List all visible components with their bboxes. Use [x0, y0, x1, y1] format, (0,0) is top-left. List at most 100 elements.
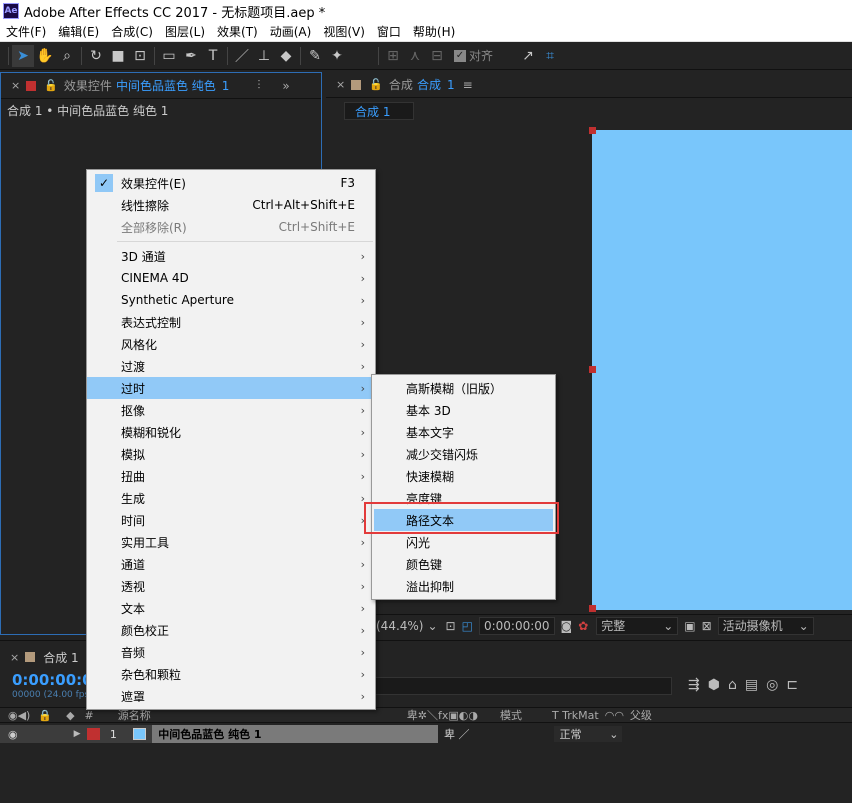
close-icon[interactable]: ×	[336, 78, 345, 91]
menu-view[interactable]: 视图(V)	[317, 23, 371, 40]
panel-overflow-icon[interactable]: »	[282, 79, 289, 93]
menu-item-category[interactable]: 文本 ›	[87, 597, 375, 619]
menu-item-obsolete[interactable]: 过时 ›	[87, 377, 375, 399]
menu-help[interactable]: 帮助(H)	[407, 23, 461, 40]
av-features-icon[interactable]: ◉◀)	[8, 709, 30, 722]
layer-label-color[interactable]	[86, 728, 100, 740]
lock-icon[interactable]: 🔓	[44, 79, 58, 92]
draft-3d-icon[interactable]: ⬢	[708, 677, 720, 693]
menu-animation[interactable]: 动画(A)	[264, 23, 318, 40]
fast-previews-icon[interactable]: ▣	[684, 619, 695, 633]
submenu-item[interactable]: 高斯模糊（旧版）	[372, 377, 555, 399]
menu-file[interactable]: 文件(F)	[0, 23, 52, 40]
panel-menu-icon[interactable]: ≡	[463, 78, 473, 92]
lock-icon[interactable]: 🔓	[369, 78, 383, 91]
menu-item-category[interactable]: 抠像 ›	[87, 399, 375, 421]
composition-tab[interactable]: × 🔓 合成 合成 1 ≡	[326, 72, 852, 98]
menu-item-category[interactable]: 时间 ›	[87, 509, 375, 531]
layer-switches[interactable]: 卑 ／	[444, 726, 470, 742]
menu-effect[interactable]: 效果(T)	[211, 23, 264, 40]
region-of-interest-icon[interactable]: ⊡	[446, 619, 456, 633]
snapshot-camera-icon[interactable]: ◙	[561, 619, 573, 633]
eraser-tool-icon[interactable]: ◆	[275, 45, 297, 67]
submenu-item[interactable]: 亮度键	[372, 487, 555, 509]
trkmat-header[interactable]: T TrkMat	[552, 709, 599, 722]
menu-item-category[interactable]: 生成 ›	[87, 487, 375, 509]
resolution-select[interactable]: 完整 ⌄	[596, 616, 679, 635]
menu-item-effect-controls[interactable]: ✓ 效果控件(E) F3	[87, 172, 375, 194]
menu-item-remove-all[interactable]: 全部移除(R) Ctrl+Shift+E	[87, 216, 375, 238]
puppet-pin-tool-icon[interactable]: ✦	[326, 45, 348, 67]
transform-handle[interactable]	[589, 366, 596, 373]
menu-item-category[interactable]: 杂色和颗粒 ›	[87, 663, 375, 685]
view-axis-icon[interactable]: ⊟	[426, 45, 448, 67]
parent-header[interactable]: 父级	[630, 707, 652, 723]
menu-item-category[interactable]: 过渡 ›	[87, 355, 375, 377]
submenu-item[interactable]: 快速模糊	[372, 465, 555, 487]
menu-item-category[interactable]: 颜色校正 ›	[87, 619, 375, 641]
frame-blending-icon[interactable]: ▤	[745, 677, 758, 693]
local-axis-icon[interactable]: ⊞	[382, 45, 404, 67]
text-tool-icon[interactable]: T	[202, 45, 224, 67]
menu-composition[interactable]: 合成(C)	[105, 23, 159, 40]
menu-item-linear-wipe[interactable]: 线性擦除 Ctrl+Alt+Shift+E	[87, 194, 375, 216]
shy-layers-icon[interactable]: ⌂	[728, 677, 737, 693]
snap-grid-icon[interactable]: ⌗	[539, 45, 561, 67]
camera-tool-icon[interactable]: ■	[107, 45, 129, 67]
chevron-down-icon[interactable]: ⌄	[427, 619, 437, 633]
lock-column-icon[interactable]: 🔒	[38, 709, 52, 722]
submenu-item[interactable]: 闪光	[372, 531, 555, 553]
menu-item-category[interactable]: Synthetic Aperture ›	[87, 289, 375, 311]
roto-brush-tool-icon[interactable]: ✎	[304, 45, 326, 67]
table-row[interactable]: ◉ ▶ 1 中间色品蓝色 纯色 1 卑 ／ 正常 ⌄	[0, 725, 852, 743]
snap-toggle[interactable]: ✓ 对齐	[454, 47, 493, 64]
submenu-item[interactable]: 基本 3D	[372, 399, 555, 421]
parent-header-icon[interactable]: ◠◠	[605, 709, 624, 722]
visibility-eye-icon[interactable]: ◉	[8, 728, 18, 741]
comp-flowchart-icon[interactable]: ⇶	[688, 677, 700, 693]
rectangle-tool-icon[interactable]: ▭	[158, 45, 180, 67]
graph-editor-icon[interactable]: ⊏	[786, 677, 798, 693]
close-icon[interactable]: ×	[11, 79, 20, 92]
panel-menu-icon[interactable]: ⫶	[257, 78, 260, 93]
submenu-item[interactable]: 减少交错闪烁	[372, 443, 555, 465]
rotate-tool-icon[interactable]: ↻	[85, 45, 107, 67]
menu-item-category[interactable]: 表达式控制 ›	[87, 311, 375, 333]
menu-item-category[interactable]: 透视 ›	[87, 575, 375, 597]
label-column-icon[interactable]: ◆	[66, 709, 74, 722]
show-channel-icon[interactable]: ✿	[578, 619, 588, 633]
selection-tool-icon[interactable]: ➤	[12, 44, 34, 67]
mode-header[interactable]: 模式	[500, 707, 522, 723]
hand-tool-icon[interactable]: ✋	[34, 45, 56, 67]
clone-stamp-tool-icon[interactable]: ⊥	[253, 45, 275, 67]
submenu-item[interactable]: 基本文字	[372, 421, 555, 443]
menu-item-category[interactable]: CINEMA 4D ›	[87, 267, 375, 289]
zoom-tool-icon[interactable]: ⌕	[56, 45, 78, 67]
menu-item-category[interactable]: 音频 ›	[87, 641, 375, 663]
timeline-search-input[interactable]	[372, 677, 672, 695]
submenu-item[interactable]: 颜色键	[372, 553, 555, 575]
effect-controls-tab[interactable]: × 🔓 效果控件 中间色品蓝色 纯色 1 ⫶ »	[1, 73, 321, 99]
menu-item-category[interactable]: 实用工具 ›	[87, 531, 375, 553]
zoom-level[interactable]: (44.4%)	[376, 619, 423, 633]
composition-flowchart-chip[interactable]: 合成 1	[344, 102, 414, 120]
menu-item-category[interactable]: 遮罩 ›	[87, 685, 375, 707]
timeline-timecode[interactable]: 0:00:00:0	[12, 671, 93, 689]
layer-name[interactable]: 中间色品蓝色 纯色 1	[152, 725, 438, 743]
toggle-grid-icon[interactable]: ⊠	[702, 619, 712, 633]
menu-layer[interactable]: 图层(L)	[159, 23, 211, 40]
menu-item-category[interactable]: 3D 通道 ›	[87, 245, 375, 267]
expand-triangle-icon[interactable]: ▶	[74, 729, 81, 739]
motion-blur-icon[interactable]: ◎	[766, 677, 778, 693]
transparency-grid-icon[interactable]: ◰	[462, 619, 473, 633]
transform-handle[interactable]	[589, 605, 596, 612]
menu-edit[interactable]: 编辑(E)	[52, 23, 105, 40]
menu-item-category[interactable]: 模拟 ›	[87, 443, 375, 465]
snap-feature-icon[interactable]: ↗	[517, 45, 539, 67]
menu-item-category[interactable]: 风格化 ›	[87, 333, 375, 355]
current-time-display[interactable]: 0:00:00:00	[478, 616, 555, 635]
close-icon[interactable]: ×	[10, 651, 19, 664]
pen-tool-icon[interactable]: ✒	[180, 45, 202, 67]
pan-behind-tool-icon[interactable]: ⊡	[129, 45, 151, 67]
switches-header-icon[interactable]: 卑✲＼fx▣◐◑	[407, 707, 478, 723]
